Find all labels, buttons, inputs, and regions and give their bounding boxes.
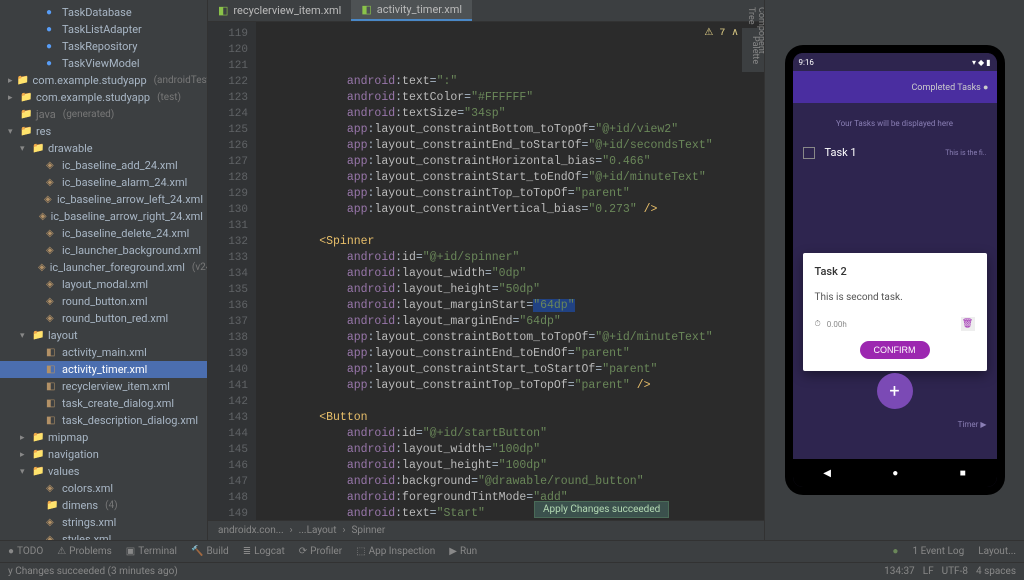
project-tree-panel: ●TaskDatabase●TaskListAdapter●TaskReposi… [0,0,208,540]
tree-item[interactable]: ▸📁mipmap [0,429,207,446]
bottom-toolbar: ●TODO ⚠Problems ▣Terminal 🔨Build ≣Logcat ⟳Pro… [0,540,1024,562]
tasks-area: Your Tasks will be displayed here Task 1… [793,103,997,459]
tree-item[interactable]: ◧recyclerview_item.xml [0,378,207,395]
modal-desc: This is second task. [815,292,975,303]
bottom-tab[interactable]: ▶Run [449,546,477,557]
editor-area: ◧ recyclerview_item.xml ◧ activity_timer… [208,0,764,540]
recents-icon[interactable]: ■ [960,468,966,479]
tree-item[interactable]: ◈ic_launcher_foreground.xml(v24) [0,259,207,276]
android-navbar: ◀ ● ■ [793,459,997,487]
tree-item[interactable]: ◈ic_baseline_arrow_left_24.xml [0,191,207,208]
timer-row: ⏱ 0.00h 🗑 [815,317,975,331]
xml-icon: ◧ [218,4,228,17]
timer-nav[interactable]: Timer ▶ [958,420,987,429]
phone-frame: 9:16 ▾ ◆ ▮ Completed Tasks ● Your Tasks … [785,45,1005,495]
tree-item[interactable]: 📁java(generated) [0,106,207,123]
bottom-tab[interactable]: ⟳Profiler [299,546,342,557]
back-icon[interactable]: ◀ [823,468,831,479]
tree-item[interactable]: ◈colors.xml [0,480,207,497]
tree-item[interactable]: ▾📁drawable [0,140,207,157]
tree-item[interactable]: ◧activity_timer.xml [0,361,207,378]
fab-add[interactable]: + [877,373,913,409]
tree-item[interactable]: ◈ic_baseline_add_24.xml [0,157,207,174]
tree-item[interactable]: ▾📁values [0,463,207,480]
tree-item[interactable]: ●TaskDatabase [0,4,207,21]
component-tree-tab[interactable]: Component Tree [742,22,764,62]
tree-item[interactable]: ◧task_description_dialog.xml [0,412,207,429]
code-editor[interactable]: ⚠ 7 ∧ ∨ android:text=":" android:textCol… [256,22,764,520]
editor-tab[interactable]: ◧ activity_timer.xml [351,0,472,21]
tree-item[interactable]: ◈ic_launcher_background.xml [0,242,207,259]
app-bar: Completed Tasks ● [793,71,997,103]
tree-item[interactable]: ●TaskListAdapter [0,21,207,38]
palette-sidebar[interactable]: Palette Component Tree [742,28,764,72]
tree-item[interactable]: ▸📁com.example.studyapp(test) [0,89,207,106]
tree-item[interactable]: ▸📁navigation [0,446,207,463]
tree-item[interactable]: ◧task_create_dialog.xml [0,395,207,412]
checkbox[interactable] [803,147,815,159]
task-modal: Task 2 This is second task. ⏱ 0.00h 🗑 CO… [803,253,987,371]
bottom-tab[interactable]: ⚠Problems [57,546,112,557]
layout-inspector-tab[interactable]: Layout... [978,546,1016,557]
tree-item[interactable]: ▸📁com.example.studyapp(androidTest) [0,72,207,89]
tree-item[interactable]: ●TaskRepository [0,38,207,55]
tree-item[interactable]: ◈round_button_red.xml [0,310,207,327]
line-gutter: 1191201211221231241251261271281291301311… [208,22,256,520]
status-bar: 9:16 ▾ ◆ ▮ [793,53,997,71]
xml-icon: ◧ [361,3,371,16]
apply-changes-toast: Apply Changes succeeded [534,501,669,518]
tree-item[interactable]: ●TaskViewModel [0,55,207,72]
tree-item[interactable]: ◈strings.xml [0,514,207,531]
alarm-icon: ⏱ [815,319,821,329]
tree-item[interactable]: ◈ic_baseline_alarm_24.xml [0,174,207,191]
home-icon[interactable]: ● [892,468,898,479]
tree-item[interactable]: ◈styles.xml [0,531,207,540]
modal-title: Task 2 [815,265,975,278]
tree-item[interactable]: ◈layout_modal.xml [0,276,207,293]
tree-item[interactable]: ◈round_button.xml [0,293,207,310]
tree-item[interactable]: ▾📁layout [0,327,207,344]
tasks-hint: Your Tasks will be displayed here [799,109,991,138]
tree-item[interactable]: ▾📁res [0,123,207,140]
tree-item[interactable]: 📁dimens(4) [0,497,207,514]
bottom-tab[interactable]: ≣Logcat [243,546,285,557]
emulator-panel: 9:16 ▾ ◆ ▮ Completed Tasks ● Your Tasks … [764,0,1024,540]
confirm-button[interactable]: CONFIRM [860,341,930,359]
editor-tab[interactable]: ◧ recyclerview_item.xml [208,1,351,20]
breadcrumb: androidx.con...› ...Layout› Spinner [208,520,764,540]
task-row[interactable]: Task 1 This is the fi.. [799,138,991,167]
bottom-tab[interactable]: ●TODO [8,546,43,557]
event-log-tab[interactable]: 1 Event Log [912,546,964,557]
bottom-tab[interactable]: ⬚App Inspection [356,546,435,557]
editor-tabs: ◧ recyclerview_item.xml ◧ activity_timer… [208,0,764,22]
status-line: y Changes succeeded (3 minutes ago) 134:… [0,562,1024,580]
tree-item[interactable]: ◈ic_baseline_delete_24.xml [0,225,207,242]
tree-item[interactable]: ◈ic_baseline_arrow_right_24.xml [0,208,207,225]
tree-item[interactable]: ◧activity_main.xml [0,344,207,361]
delete-icon[interactable]: 🗑 [961,317,975,331]
bottom-tab[interactable]: ▣Terminal [126,546,177,557]
phone-screen[interactable]: 9:16 ▾ ◆ ▮ Completed Tasks ● Your Tasks … [793,53,997,487]
bottom-tab[interactable]: 🔨Build [191,546,229,557]
